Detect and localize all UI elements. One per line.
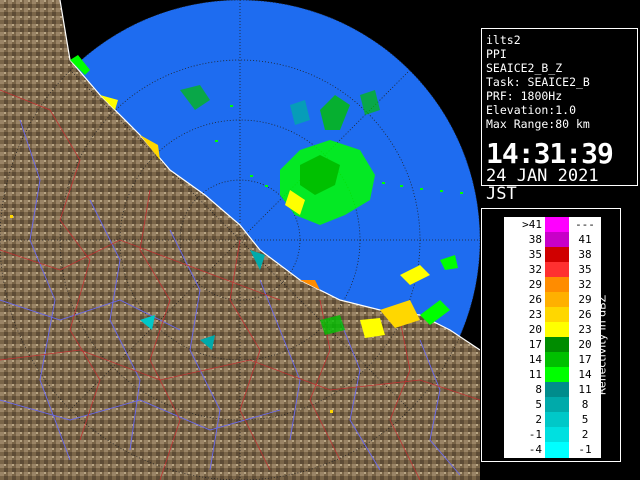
legend-swatch (545, 292, 569, 308)
legend-swatch (545, 247, 569, 263)
legend-row: 11 14 (504, 367, 601, 383)
legend-min-value: -1 (528, 428, 542, 441)
legend-max-value: 41 (578, 233, 592, 246)
legend-max-value: 38 (578, 248, 592, 261)
legend-swatch (545, 352, 569, 368)
legend-max-value: -1 (578, 443, 592, 456)
legend-row: 26 29 (504, 292, 601, 308)
legend-swatch (545, 397, 569, 413)
legend-min-value: -4 (528, 443, 542, 456)
elevation-value: Elevation:1.0 (486, 103, 577, 117)
legend-row: 38 41 (504, 232, 601, 248)
legend-row: 20 23 (504, 322, 601, 338)
product-type: PPI (486, 47, 507, 61)
legend-max-value: 5 (581, 413, 589, 426)
legend-swatch (545, 217, 569, 233)
legend-row: >41 --- (504, 217, 601, 233)
legend-table: >41 --- 38 41 35 38 32 35 29 32 26 29 23 26 20 23 17 20 14… (504, 217, 601, 458)
legend-row: 35 38 (504, 247, 601, 263)
legend-min-value: >41 (522, 218, 542, 231)
legend-swatch (545, 412, 569, 428)
legend-swatch (545, 382, 569, 398)
legend-min-value: 26 (528, 293, 542, 306)
legend-max-value: 8 (581, 398, 589, 411)
legend-min-value: 32 (528, 263, 542, 276)
legend-min-value: 8 (535, 383, 542, 396)
legend-swatch (545, 307, 569, 323)
legend-swatch (545, 277, 569, 293)
legend-min-value: 2 (535, 413, 542, 426)
info-panel: ilts2 PPI SEAICE2_B_Z Task: SEAICE2_B PR… (481, 28, 638, 203)
legend-row: 58 (504, 397, 601, 413)
scan-name: SEAICE2_B_Z (486, 61, 563, 75)
legend-swatch (545, 262, 569, 278)
scan-date: 24 JAN 2021 JST (486, 166, 599, 204)
legend-swatch (545, 337, 569, 353)
legend-swatch (545, 427, 569, 443)
legend-row: 32 35 (504, 262, 601, 278)
legend-swatch (545, 442, 569, 458)
legend-row: 25 (504, 412, 601, 428)
legend-min-value: 11 (528, 368, 542, 381)
legend-min-value: 20 (528, 323, 542, 336)
legend-row: -1 2 (504, 427, 601, 443)
legend-min-value: 17 (528, 338, 542, 351)
legend-row: 8 11 (504, 382, 601, 398)
legend-min-value: 29 (528, 278, 542, 291)
legend-row: 17 20 (504, 337, 601, 353)
task-name: Task: SEAICE2_B (486, 75, 590, 89)
legend-row: 29 32 (504, 277, 601, 293)
legend-min-value: 23 (528, 308, 542, 321)
legend-swatch (545, 367, 569, 383)
legend-max-value: 32 (578, 278, 592, 291)
legend-max-value: 2 (581, 428, 589, 441)
legend-swatch (545, 232, 569, 248)
prf-value: PRF: 1800Hz (486, 89, 563, 103)
legend-min-value: 38 (528, 233, 542, 246)
legend-min-value: 14 (528, 353, 542, 366)
legend-unit-label: Reflectivity in dBZ (595, 294, 609, 396)
legend-swatch (545, 322, 569, 338)
radar-map-svg (0, 0, 480, 480)
radar-map[interactable] (0, 0, 480, 480)
max-range-value: Max Range:80 km (486, 117, 590, 131)
legend-min-value: 5 (535, 398, 542, 411)
legend-min-value: 35 (528, 248, 542, 261)
legend-max-value: --- (575, 218, 595, 231)
legend-row: 23 26 (504, 307, 601, 323)
legend-max-value: 35 (578, 263, 592, 276)
legend-row: -4 -1 (504, 442, 601, 458)
scan-time: 14:31:39 (486, 137, 614, 170)
station-name: ilts2 (486, 33, 521, 47)
legend-row: 14 17 (504, 352, 601, 368)
